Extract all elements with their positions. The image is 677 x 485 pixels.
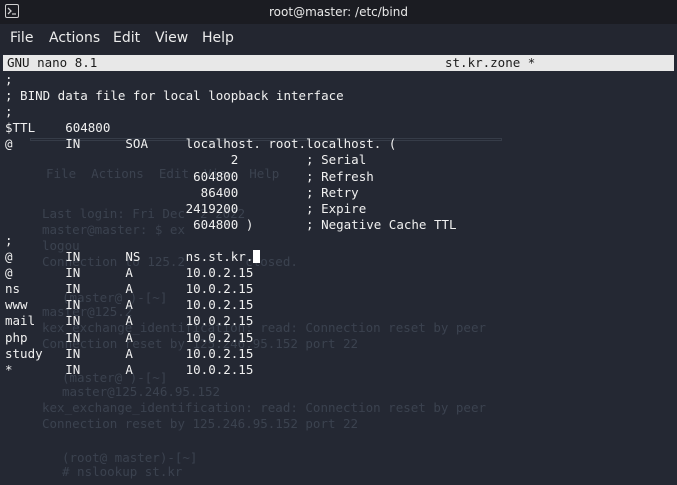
window-title: root@master: /etc/bind — [269, 5, 408, 19]
ghost-line: Connection reset by 125.246.95.152 port … — [42, 416, 359, 431]
nano-filename: st.kr.zone * — [445, 55, 536, 70]
file-line[interactable]: ; — [5, 72, 457, 88]
ghost-line: master@125.246.95.152 — [62, 384, 221, 399]
file-line[interactable]: php IN A 10.0.2.15 — [5, 330, 457, 346]
file-line[interactable]: * IN A 10.0.2.15 — [5, 362, 457, 378]
menu-actions[interactable]: Actions — [49, 30, 100, 46]
window-titlebar: root@master: /etc/bind — [0, 0, 677, 24]
file-line[interactable]: 2419200 ; Expire — [5, 201, 457, 217]
terminal-area[interactable]: File Actions Edit View Help Last login: … — [0, 54, 677, 485]
file-line[interactable]: study IN A 10.0.2.15 — [5, 346, 457, 362]
file-line[interactable]: @ IN SOA localhost. root.localhost. ( — [5, 136, 457, 152]
file-line[interactable]: 86400 ; Retry — [5, 185, 457, 201]
text-cursor — [253, 250, 261, 264]
ghost-line: # nslookup st.kr — [62, 464, 183, 479]
file-line[interactable]: @ IN A 10.0.2.15 — [5, 265, 457, 281]
ghost-line: (root@ master)-[~] — [62, 450, 198, 465]
nano-version: GNU nano 8.1 — [7, 55, 98, 70]
file-line-with-cursor[interactable]: @ IN NS ns.st.kr. — [5, 249, 457, 265]
file-line[interactable]: mail IN A 10.0.2.15 — [5, 313, 457, 329]
file-line[interactable]: 2 ; Serial — [5, 152, 457, 168]
menu-help[interactable]: Help — [202, 30, 234, 46]
menu-bar: File Actions Edit View Help — [0, 24, 677, 54]
menu-view[interactable]: View — [155, 30, 188, 46]
file-line[interactable]: ; BIND data file for local loopback inte… — [5, 88, 457, 104]
file-line[interactable]: $TTL 604800 — [5, 120, 457, 136]
file-line[interactable]: ; — [5, 104, 457, 120]
file-line[interactable]: ns IN A 10.0.2.15 — [5, 281, 457, 297]
file-line[interactable]: ; — [5, 233, 457, 249]
file-line-text[interactable]: @ IN NS ns.st.kr. — [5, 249, 253, 264]
file-line[interactable]: 604800 ) ; Negative Cache TTL — [5, 217, 456, 233]
nano-header: GNU nano 8.1 st.kr.zone * — [3, 55, 674, 71]
menu-edit[interactable]: Edit — [113, 30, 140, 46]
file-content[interactable]: ; ; BIND data file for local loopback in… — [5, 72, 457, 378]
file-line[interactable]: 604800 ; Refresh — [5, 169, 457, 185]
menu-file[interactable]: File — [10, 30, 33, 46]
file-line[interactable]: www IN A 10.0.2.15 — [5, 297, 457, 313]
ghost-line: kex_exchange_identification: read: Conne… — [42, 400, 487, 415]
